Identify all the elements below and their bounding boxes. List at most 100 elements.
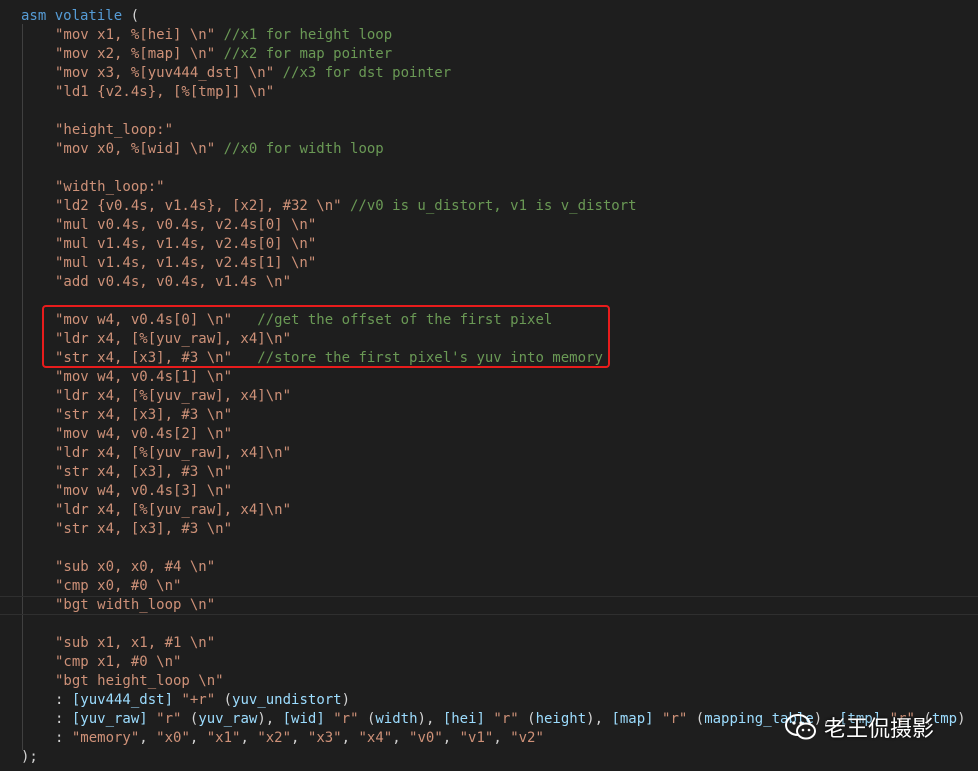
watermark: 老王侃摄影	[784, 711, 934, 743]
code-token: (	[130, 8, 140, 24]
code-line[interactable]: "str x4, [x3], #3 \n"	[0, 520, 966, 539]
code-token: ,	[291, 730, 308, 746]
code-token: "bgt width_loop \n"	[55, 597, 216, 613]
code-token: "x0"	[156, 730, 190, 746]
code-line[interactable]: "str x4, [x3], #3 \n"	[0, 463, 966, 482]
code-token: "r"	[662, 711, 688, 727]
code-token: yuv_undistort	[232, 692, 342, 708]
code-line[interactable]	[0, 102, 966, 121]
code-token: "x4"	[358, 730, 393, 746]
code-line[interactable]: "ld2 {v0.4s, v1.4s}, [x2], #32 \n" //v0 …	[0, 197, 966, 216]
code-line[interactable]: "cmp x1, #0 \n"	[0, 653, 966, 672]
code-token: "r"	[333, 711, 359, 727]
code-token: [map]	[611, 711, 654, 727]
code-line[interactable]: "width_loop:"	[0, 178, 966, 197]
code-line[interactable]: "height_loop:"	[0, 121, 966, 140]
code-token: "str x4, [x3], #3 \n"	[55, 521, 233, 537]
code-token: "+r"	[181, 692, 216, 708]
code-token: (	[687, 711, 705, 727]
code-token: [yuv444_dst]	[71, 692, 174, 708]
code-token: "height_loop:"	[55, 122, 174, 138]
code-token: "ld1 {v2.4s}, [%[tmp]] \n"	[55, 84, 275, 100]
code-token: //x0 for width loop	[215, 141, 384, 157]
code-token: "ldr x4, [%[yuv_raw], x4]\n"	[55, 445, 292, 461]
code-token: "x1"	[206, 730, 241, 746]
code-token: "memory"	[71, 730, 140, 746]
code-token: ,	[139, 730, 157, 746]
code-line[interactable]: "mul v0.4s, v0.4s, v2.4s[0] \n"	[0, 216, 966, 235]
code-token: "add v0.4s, v0.4s, v1.4s \n"	[55, 274, 292, 290]
code-token: ,	[493, 730, 511, 746]
code-token: yuv_raw	[198, 711, 258, 727]
code-token: "r"	[156, 711, 182, 727]
code-token: "cmp x1, #0 \n"	[55, 654, 182, 670]
code-token: "mov w4, v0.4s[2] \n"	[55, 426, 233, 442]
code-token: width	[375, 711, 418, 727]
code-token: "mul v1.4s, v1.4s, v2.4s[1] \n"	[55, 255, 317, 271]
code-line[interactable]: "add v0.4s, v0.4s, v1.4s \n"	[0, 273, 966, 292]
code-line[interactable]: "bgt width_loop \n"	[0, 596, 966, 615]
code-line[interactable]: "mul v1.4s, v1.4s, v2.4s[1] \n"	[0, 254, 966, 273]
code-line[interactable]: "ldr x4, [%[yuv_raw], x4]\n"	[0, 387, 966, 406]
code-line[interactable]: );	[0, 748, 966, 767]
code-line[interactable]: "sub x1, x1, #1 \n"	[0, 634, 966, 653]
code-line[interactable]: "mov w4, v0.4s[1] \n"	[0, 368, 966, 387]
code-token: :	[55, 692, 72, 708]
code-token: "r"	[493, 711, 519, 727]
code-token: (	[215, 692, 233, 708]
code-token: //x2 for map pointer	[215, 46, 393, 62]
code-line[interactable]: "mov w4, v0.4s[3] \n"	[0, 482, 966, 501]
code-token: "mov w4, v0.4s[1] \n"	[55, 369, 233, 385]
code-line[interactable]: "mov x3, %[yuv444_dst] \n" //x3 for dst …	[0, 64, 966, 83]
code-token: "ldr x4, [%[yuv_raw], x4]\n"	[55, 502, 292, 518]
code-token: "sub x1, x1, #1 \n"	[55, 635, 216, 651]
code-token: "mov x2, %[map] \n"	[55, 46, 216, 62]
code-token: "mov x1, %[hei] \n"	[55, 27, 216, 43]
code-line[interactable]	[0, 159, 966, 178]
code-line[interactable]: "ldr x4, [%[yuv_raw], x4]\n"	[0, 501, 966, 520]
code-line[interactable]: "str x4, [x3], #3 \n"	[0, 406, 966, 425]
code-token: [wid]	[282, 711, 325, 727]
code-token: (	[181, 711, 199, 727]
code-token: //x3 for dst pointer	[274, 65, 452, 81]
code-token: "mul v1.4s, v1.4s, v2.4s[0] \n"	[55, 236, 317, 252]
code-line[interactable]: "mov x2, %[map] \n" //x2 for map pointer	[0, 45, 966, 64]
code-line[interactable]: "ld1 {v2.4s}, [%[tmp]] \n"	[0, 83, 966, 102]
code-line[interactable]: "mul v1.4s, v1.4s, v2.4s[0] \n"	[0, 235, 966, 254]
code-token: ),	[586, 711, 612, 727]
code-lines[interactable]: asm volatile ("mov x1, %[hei] \n" //x1 f…	[0, 7, 966, 767]
code-line[interactable]: "sub x0, x0, #4 \n"	[0, 558, 966, 577]
code-line[interactable]: asm volatile (	[0, 7, 966, 26]
code-token: "mov x3, %[yuv444_dst] \n"	[55, 65, 275, 81]
code-editor[interactable]: asm volatile ("mov x1, %[hei] \n" //x1 f…	[0, 0, 978, 771]
code-token: );	[21, 749, 38, 765]
code-token: "v2"	[510, 730, 544, 746]
code-token: (	[358, 711, 376, 727]
code-line[interactable]: "mov x0, %[wid] \n" //x0 for width loop	[0, 140, 966, 159]
code-token: "str x4, [x3], #3 \n"	[55, 464, 233, 480]
code-token: "ldr x4, [%[yuv_raw], x4]\n"	[55, 388, 292, 404]
code-line[interactable]: "bgt height_loop \n"	[0, 672, 966, 691]
code-token: ,	[442, 730, 460, 746]
code-token: "bgt height_loop \n"	[55, 673, 224, 689]
code-line[interactable]: "mov w4, v0.4s[2] \n"	[0, 425, 966, 444]
code-line[interactable]: : [yuv444_dst] "+r" (yuv_undistort)	[0, 691, 966, 710]
code-token: ),	[417, 711, 443, 727]
code-token: ,	[240, 730, 258, 746]
code-token: )	[957, 711, 966, 727]
code-token: "cmp x0, #0 \n"	[55, 578, 182, 594]
code-token: asm volatile	[21, 8, 131, 24]
annotation-highlight-box	[42, 305, 610, 368]
code-line[interactable]: "mov x1, %[hei] \n" //x1 for height loop	[0, 26, 966, 45]
code-token: "x2"	[257, 730, 292, 746]
code-line[interactable]	[0, 539, 966, 558]
code-token: "v1"	[459, 730, 494, 746]
code-token: (	[518, 711, 536, 727]
code-token: ,	[189, 730, 207, 746]
code-line[interactable]: "cmp x0, #0 \n"	[0, 577, 966, 596]
code-token: tmp	[931, 711, 958, 727]
wechat-icon	[785, 714, 816, 740]
code-line[interactable]	[0, 615, 966, 634]
code-line[interactable]: "ldr x4, [%[yuv_raw], x4]\n"	[0, 444, 966, 463]
